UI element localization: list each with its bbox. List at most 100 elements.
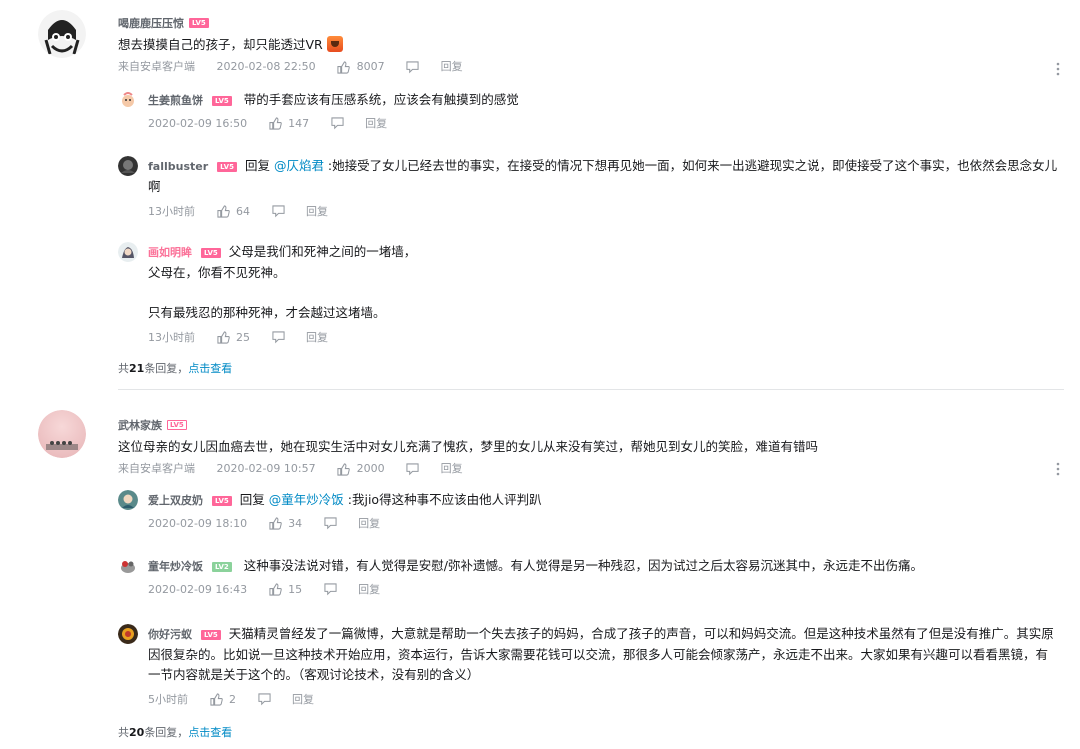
more-suffix: 条回复， <box>144 726 189 739</box>
username[interactable]: 童年炒冷饭 <box>148 557 203 577</box>
comment-text: 想去摸摸自己的孩子，却只能透过VR <box>118 37 323 52</box>
timestamp: 2020-02-09 16:50 <box>148 116 248 130</box>
reply-button[interactable]: 回复 <box>358 515 380 533</box>
timestamp: 2020-02-09 18:10 <box>148 516 248 530</box>
like-icon[interactable] <box>269 583 282 596</box>
more-options-icon[interactable] <box>1056 62 1060 76</box>
avatar[interactable] <box>118 156 138 176</box>
reply-button[interactable]: 回复 <box>365 115 387 133</box>
level-badge: LV5 <box>212 495 232 506</box>
reply-button[interactable]: 回复 <box>441 460 463 478</box>
level-badge: LV5 <box>201 247 221 258</box>
like-count: 2000 <box>356 462 385 475</box>
timestamp: 13小时前 <box>148 330 195 344</box>
dislike-icon[interactable] <box>324 583 337 596</box>
dislike-icon[interactable] <box>257 693 271 706</box>
username[interactable]: 生姜煎鱼饼 <box>148 91 203 111</box>
dislike-icon[interactable] <box>331 117 344 130</box>
timestamp: 2020-02-09 16:43 <box>148 582 248 596</box>
like-count: 147 <box>288 116 310 130</box>
avatar[interactable] <box>38 410 86 458</box>
timestamp: 2020-02-08 22:50 <box>216 60 316 73</box>
reply-item: 生姜煎鱼饼 LV5 带的手套应该有压感系统，应该会有触摸到的感觉 2020-02-… <box>118 90 1060 133</box>
reply-text: 这种事没法说对错，有人觉得是安慰/弥补遗憾。有人觉得是另一种残忍，因为试过之后太… <box>243 558 923 573</box>
avatar[interactable] <box>118 242 138 262</box>
level-badge: LV5 <box>212 95 232 106</box>
avatar[interactable] <box>118 490 138 510</box>
reply-button[interactable]: 回复 <box>358 581 380 599</box>
reply-text-line: 父母在，你看不见死神。 <box>148 264 286 280</box>
like-icon[interactable] <box>337 60 350 74</box>
reply-text: 天猫精灵曾经发了一篇微博，大意就是帮助一个失去孩子的妈妈，合成了孩子的声音，可以… <box>148 626 1054 682</box>
username[interactable]: 画如明眸 <box>148 243 192 263</box>
timestamp: 13小时前 <box>148 204 195 218</box>
like-icon[interactable] <box>216 205 230 218</box>
view-more-replies: 共20条回复，点击查看 <box>118 724 232 740</box>
dislike-icon[interactable] <box>271 331 285 344</box>
reply-text: 带的手套应该有压感系统，应该会有触摸到的感觉 <box>243 92 519 107</box>
like-icon[interactable] <box>269 117 282 130</box>
reply-count: 20 <box>129 726 145 739</box>
more-options-icon[interactable] <box>1056 462 1060 476</box>
reply-item: fallbuster LV5 回复 @仄焰君 :她接受了女儿已经去世的事实，在接受的… <box>118 156 1060 221</box>
avatar[interactable] <box>118 90 138 110</box>
like-icon[interactable] <box>269 517 282 530</box>
reply-text-line <box>148 283 1060 303</box>
view-more-link[interactable]: 点击查看 <box>188 726 232 739</box>
username[interactable]: 喝鹿鹿压压惊 <box>118 15 184 31</box>
like-count: 8007 <box>356 60 385 73</box>
comment-text: 这位母亲的女儿因血癌去世，她在现实生活中对女儿充满了愧疚，梦里的女儿从来没有笑过… <box>118 439 819 454</box>
level-badge: LV5 <box>167 419 187 430</box>
reply-prefix: 回复 <box>244 158 274 173</box>
reply-item: 画如明眸 LV5 父母是我们和死神之间的一堵墙， 父母在，你看不见死神。 只有最残忍… <box>118 242 1060 347</box>
like-icon[interactable] <box>337 462 350 476</box>
avatar[interactable] <box>118 556 138 576</box>
dislike-icon[interactable] <box>406 60 419 74</box>
reply-item: 爱上双皮奶 LV5 回复 @童年炒冷饭 :我jio得这种事不应该由他人评判趴 202… <box>118 490 1060 533</box>
mention-link[interactable]: @童年炒冷饭 <box>269 492 344 507</box>
timestamp: 2020-02-09 10:57 <box>216 462 316 475</box>
username[interactable]: 武林家族 <box>118 417 162 433</box>
more-prefix: 共 <box>118 726 129 739</box>
username[interactable]: 爱上双皮奶 <box>148 491 203 511</box>
username[interactable]: 你好污蚁 <box>148 625 192 645</box>
reply-button[interactable]: 回复 <box>292 691 314 709</box>
like-count: 25 <box>236 330 250 344</box>
crying-emoji-icon <box>326 36 343 52</box>
divider <box>118 389 1064 390</box>
dislike-icon[interactable] <box>324 517 337 530</box>
avatar[interactable] <box>118 624 138 644</box>
like-count: 34 <box>288 516 303 530</box>
reply-button[interactable]: 回复 <box>306 329 328 347</box>
reply-text-line: 只有最残忍的那种死神，才会越过这堵墙。 <box>148 304 386 320</box>
reply-text-line: 父母是我们和死神之间的一堵墙， <box>228 244 417 259</box>
username[interactable]: fallbuster <box>148 157 208 177</box>
level-badge: LV5 <box>217 161 237 172</box>
level-badge: LV5 <box>201 629 221 640</box>
reply-count: 21 <box>129 362 145 375</box>
reply-button[interactable]: 回复 <box>441 58 463 76</box>
avatar[interactable] <box>38 10 86 58</box>
like-count: 2 <box>229 692 236 706</box>
reply-item: 童年炒冷饭 LV2 这种事没法说对错，有人觉得是安慰/弥补遗憾。有人觉得是另一种残… <box>118 556 1060 599</box>
mention-link[interactable]: @仄焰君 <box>274 158 324 173</box>
timestamp: 5小时前 <box>148 692 188 706</box>
reply-button[interactable]: 回复 <box>306 203 328 221</box>
dislike-icon[interactable] <box>406 462 419 476</box>
like-icon[interactable] <box>209 693 223 706</box>
reply-prefix: 回复 <box>239 492 269 507</box>
more-prefix: 共 <box>118 362 129 375</box>
like-icon[interactable] <box>216 331 230 344</box>
more-suffix: 条回复， <box>144 362 189 375</box>
view-more-link[interactable]: 点击查看 <box>188 362 232 375</box>
client-source: 来自安卓客户端 <box>118 60 195 73</box>
level-badge: LV2 <box>212 561 232 572</box>
like-count: 64 <box>236 204 250 218</box>
like-count: 15 <box>288 582 303 596</box>
view-more-replies: 共21条回复，点击查看 <box>118 360 232 376</box>
reply-text: :我jio得这种事不应该由他人评判趴 <box>343 492 542 507</box>
level-badge: LV5 <box>189 17 209 28</box>
dislike-icon[interactable] <box>271 205 285 218</box>
client-source: 来自安卓客户端 <box>118 462 195 475</box>
reply-item: 你好污蚁 LV5 天猫精灵曾经发了一篇微博，大意就是帮助一个失去孩子的妈妈，合成了孩… <box>118 624 1060 709</box>
